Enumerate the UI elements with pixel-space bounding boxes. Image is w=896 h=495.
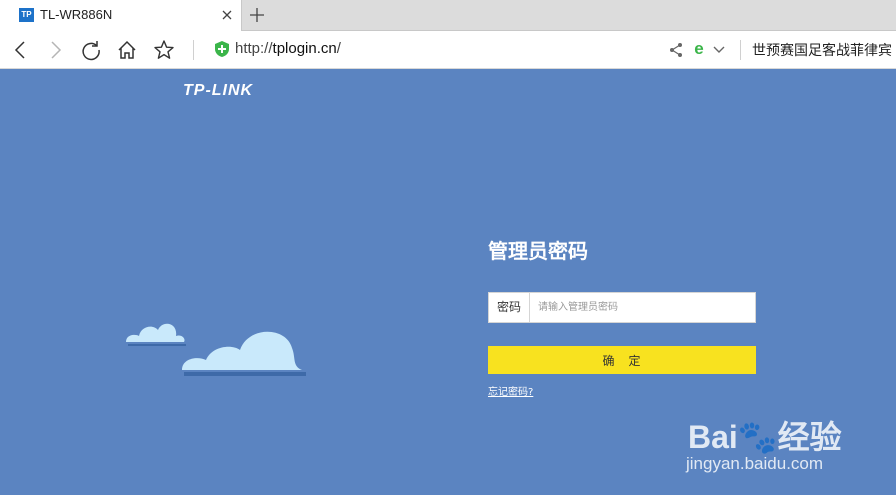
forward-icon[interactable] <box>44 39 66 61</box>
share-icon[interactable] <box>668 42 684 58</box>
tp-link-logo: TP-LINK <box>183 82 254 99</box>
plus-icon[interactable] <box>248 6 266 24</box>
tp-link-favicon-icon: TP <box>19 8 34 22</box>
watermark-brand: Bai🐾经验 <box>688 419 842 455</box>
back-icon[interactable] <box>10 39 32 61</box>
login-title: 管理员密码 <box>488 239 588 263</box>
url-path: / <box>336 40 341 57</box>
address-bar-row: http://tplogin.cn/ e 世预赛国足客战菲律宾 <box>0 31 896 69</box>
star-icon[interactable] <box>153 39 175 61</box>
forgot-password-link[interactable]: 忘记密码? <box>488 383 533 398</box>
url-field[interactable]: http://tplogin.cn/ <box>235 40 341 57</box>
watermark-url: jingyan.baidu.com <box>686 454 824 473</box>
confirm-button[interactable]: 确 定 <box>488 346 756 374</box>
tab-title: TL-WR886N <box>40 7 113 22</box>
password-label: 密码 <box>489 293 530 322</box>
nav-separator <box>740 40 741 60</box>
chevron-down-icon[interactable] <box>712 43 726 57</box>
shield-icon <box>215 41 229 57</box>
password-input[interactable] <box>531 293 755 322</box>
baidu-jingyan-watermark: Bai🐾经验 jingyan.baidu.com <box>686 402 891 487</box>
news-ticker[interactable]: 世预赛国足客战菲律宾 <box>752 40 896 60</box>
url-host: tplogin.cn <box>272 40 337 57</box>
nav-separator <box>193 40 194 60</box>
refresh-icon[interactable] <box>80 39 102 61</box>
clouds-illustration <box>126 323 306 376</box>
edge-icon[interactable]: e <box>690 40 708 58</box>
home-icon[interactable] <box>116 39 138 61</box>
password-field-group: 密码 <box>488 292 756 323</box>
url-scheme: http:// <box>235 40 273 57</box>
tab-bar: TP TL-WR886N <box>0 0 896 31</box>
browser-tab[interactable]: TP TL-WR886N <box>0 0 242 31</box>
close-icon[interactable] <box>218 6 236 24</box>
